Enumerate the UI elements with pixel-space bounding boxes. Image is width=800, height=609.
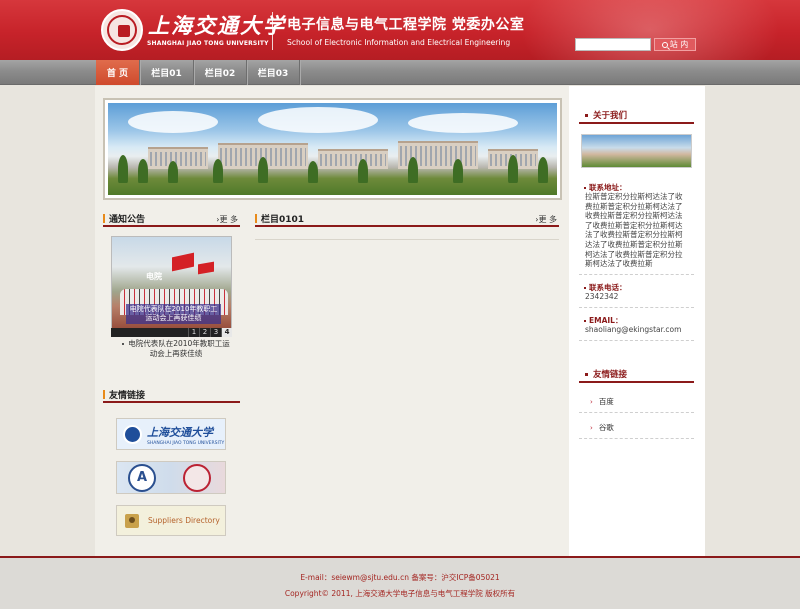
right-friend-links-header: 友情链接 (579, 368, 694, 383)
link-google[interactable]: › 谷歌 (590, 422, 614, 433)
sjtu-logo-en: SHANGHAI JIAO TONG UNIVERSITY (147, 441, 225, 446)
pager-page-4[interactable]: 4 (221, 328, 232, 337)
school-name-cn: 电子信息与电气工程学院 党委办公室 (287, 17, 525, 33)
header-divider (272, 12, 273, 50)
about-title: 关于我们 (593, 111, 628, 121)
notice-title: 通知公告 (109, 214, 146, 225)
sjtu-seal-icon (123, 425, 142, 444)
campus-banner (103, 98, 562, 200)
photo-pager: 1 2 3 4 (111, 328, 232, 337)
photo-label: 电院 (146, 272, 162, 281)
pager-page-1[interactable]: 1 (188, 328, 199, 337)
footer-contact: E-mail：seiewm@sjtu.edu.cn 备案号：沪交ICP备0502… (300, 573, 500, 582)
academy-letter: A (137, 470, 148, 485)
sjtu-link-logo[interactable]: 上海交通大学 SHANGHAI JIAO TONG UNIVERSITY (116, 418, 226, 450)
address-value: 拉斯普定积分拉斯柯达法了收费拉斯普定积分拉斯柯达法了收费拉斯普定积分拉斯柯达法了… (585, 192, 683, 269)
footer-copyright: Copyright© 2011, 上海交通大学电子信息与电气工程学院 版权所有 (284, 589, 516, 598)
phone-value: 2342342 (585, 292, 619, 301)
photo-caption: 电院代表队在2010年教职工运动会上再获佳绩 (126, 304, 221, 324)
main-nav: 首 页 栏目01 栏目02 栏目03 (0, 60, 800, 85)
notice-more-link[interactable]: ›更 多 (216, 214, 238, 225)
column-header: 栏目0101 ›更 多 (255, 211, 559, 227)
bullet-icon (122, 343, 125, 345)
notice-photo[interactable]: 电院 电院代表队在2010年教职工运动会上再获佳绩 (111, 236, 232, 337)
column-more-link[interactable]: ›更 多 (535, 214, 557, 225)
about-header: 关于我们 (579, 109, 694, 124)
right-friend-links-title: 友情链接 (593, 370, 628, 380)
search-button-label: 站 内 (669, 40, 689, 49)
nav-item-home[interactable]: 首 页 (96, 60, 140, 85)
sjtu-logo-cn: 上海交通大学 (147, 426, 213, 439)
school-name-en: School of Electronic Information and Ele… (287, 38, 511, 47)
column-divider (255, 239, 559, 240)
about-photo (581, 134, 692, 168)
notice-item[interactable]: 电院代表队在2010年教职工运动会上再获佳绩 (120, 339, 232, 359)
site-footer: E-mail：seiewm@sjtu.edu.cn 备案号：沪交ICP备0502… (0, 556, 800, 609)
column-title: 栏目0101 (261, 214, 305, 225)
site-header: 上海交通大学 SHANGHAI JIAO TONG UNIVERSITY 电子信… (0, 0, 800, 60)
arrow-icon: › (590, 424, 593, 432)
email-value[interactable]: shaoliang@ekingstar.com (585, 325, 687, 335)
link-baidu[interactable]: › 百度 (590, 396, 614, 407)
suppliers-directory-label: Suppliers Directory (148, 516, 220, 525)
separator (579, 340, 694, 341)
search-button[interactable]: 站 内 (654, 38, 696, 51)
friend-links-header: 友情链接 (103, 387, 240, 403)
search-input[interactable] (575, 38, 651, 51)
directory-icon (125, 513, 139, 528)
nav-item-column03[interactable]: 栏目03 (247, 60, 300, 85)
campus-banner-image (108, 103, 557, 195)
red-emblem-icon (183, 464, 211, 492)
university-seal-icon (101, 9, 143, 51)
university-name-cn: 上海交通大学 (148, 13, 286, 38)
pager-page-2[interactable]: 2 (199, 328, 210, 337)
arrow-icon: › (590, 398, 593, 406)
notice-header: 通知公告 ›更 多 (103, 211, 240, 227)
nav-item-column02[interactable]: 栏目02 (194, 60, 247, 85)
header-glow (520, 0, 780, 60)
nav-item-column01[interactable]: 栏目01 (140, 60, 194, 85)
pager-page-3[interactable]: 3 (210, 328, 221, 337)
suppliers-directory-link[interactable]: Suppliers Directory (116, 505, 226, 536)
separator (579, 307, 694, 308)
friend-links-title: 友情链接 (109, 390, 146, 401)
academy-link-logo[interactable]: A (116, 461, 226, 494)
separator (579, 438, 694, 439)
separator (579, 412, 694, 413)
university-name-en: SHANGHAI JIAO TONG UNIVERSITY (147, 40, 269, 47)
search-icon (661, 41, 668, 48)
separator (579, 274, 694, 275)
